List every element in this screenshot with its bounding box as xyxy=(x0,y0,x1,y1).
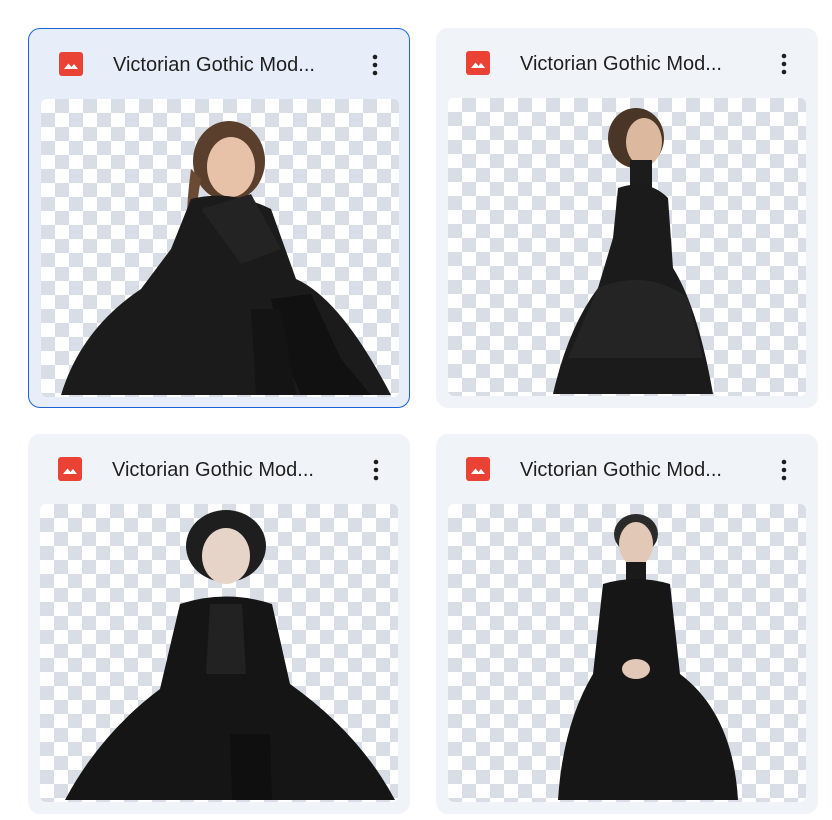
card-header: Victorian Gothic Mod... xyxy=(436,28,818,98)
file-thumbnail xyxy=(448,504,806,802)
more-options-button[interactable] xyxy=(355,45,395,85)
file-thumbnail xyxy=(40,504,398,802)
file-title: Victorian Gothic Mod... xyxy=(520,459,722,481)
card-header: Victorian Gothic Mod... xyxy=(28,434,410,504)
more-options-button[interactable] xyxy=(356,450,396,490)
file-title: Victorian Gothic Mod... xyxy=(113,54,315,76)
file-title: Victorian Gothic Mod... xyxy=(112,459,314,481)
card-header: Victorian Gothic Mod... xyxy=(29,29,409,99)
file-card[interactable]: Victorian Gothic Mod... xyxy=(28,434,410,814)
file-title: Victorian Gothic Mod... xyxy=(520,53,722,75)
image-file-icon xyxy=(58,457,82,481)
file-card[interactable]: Victorian Gothic Mod... xyxy=(436,434,818,814)
more-vert-icon xyxy=(373,459,379,481)
more-options-button[interactable] xyxy=(764,450,804,490)
image-file-icon xyxy=(466,457,490,481)
file-card[interactable]: Victorian Gothic Mod... xyxy=(436,28,818,408)
file-thumbnail xyxy=(448,98,806,396)
file-card[interactable]: Victorian Gothic Mod... xyxy=(28,28,410,408)
image-file-icon xyxy=(59,52,83,76)
more-vert-icon xyxy=(372,54,378,76)
more-vert-icon xyxy=(781,459,787,481)
card-header: Victorian Gothic Mod... xyxy=(436,434,818,504)
image-file-icon xyxy=(466,51,490,75)
file-grid: Victorian Gothic Mod... Victorian Gothic… xyxy=(0,0,832,820)
more-options-button[interactable] xyxy=(764,44,804,84)
file-thumbnail xyxy=(41,99,399,397)
more-vert-icon xyxy=(781,53,787,75)
